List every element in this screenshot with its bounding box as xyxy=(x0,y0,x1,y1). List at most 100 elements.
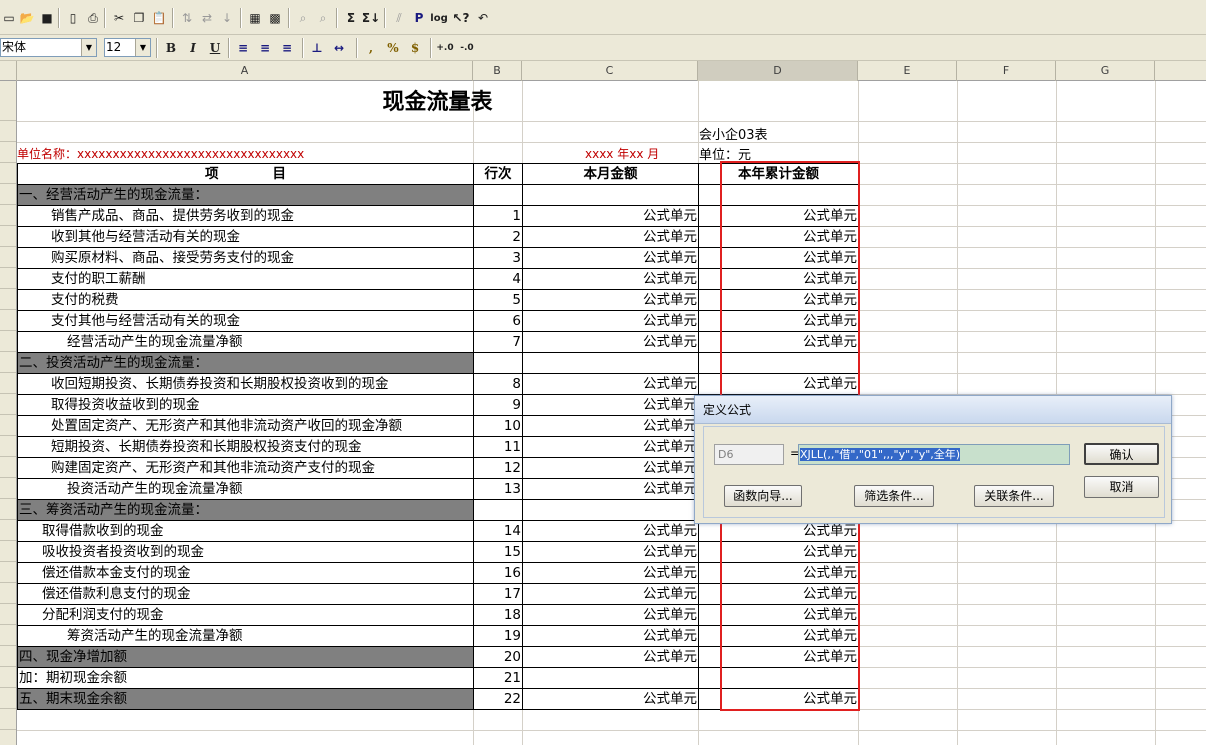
decrease-decimal-icon[interactable]: -.0 xyxy=(458,39,476,57)
year-amount-cell[interactable] xyxy=(698,667,859,689)
item-cell[interactable]: 一、经营活动产生的现金流量： xyxy=(17,184,474,206)
sort-desc-icon[interactable]: ↓ xyxy=(218,9,236,27)
cancel-button[interactable]: 取消 xyxy=(1084,476,1159,498)
line-no-cell[interactable]: 19 xyxy=(473,625,523,647)
line-no-cell[interactable]: 11 xyxy=(473,436,523,458)
month-amount-cell[interactable]: 公式单元 xyxy=(522,562,699,584)
line-no-cell[interactable]: 17 xyxy=(473,583,523,605)
help-pointer-icon[interactable]: ↖? xyxy=(452,9,470,27)
item-cell[interactable]: 三、筹资活动产生的现金流量： xyxy=(17,499,474,521)
link-conditions-button[interactable]: 关联条件... xyxy=(974,485,1054,507)
item-cell[interactable]: 收到其他与经营活动有关的现金 xyxy=(17,226,474,248)
item-cell[interactable]: 支付的职工薪酬 xyxy=(17,268,474,290)
year-amount-cell[interactable] xyxy=(698,352,859,374)
find-icon[interactable]: ⌕ xyxy=(294,9,312,27)
item-cell[interactable]: 购建固定资产、无形资产和其他非流动资产支付的现金 xyxy=(17,457,474,479)
column-header-g[interactable]: G xyxy=(1056,61,1155,81)
align-right-icon[interactable]: ≡ xyxy=(278,39,296,57)
month-amount-cell[interactable]: 公式单元 xyxy=(522,541,699,563)
item-cell[interactable]: 偿还借款本金支付的现金 xyxy=(17,562,474,584)
item-cell[interactable]: 四、现金净增加额 xyxy=(17,646,474,668)
year-amount-cell[interactable]: 公式单元 xyxy=(698,646,859,668)
item-cell[interactable]: 五、期末现金余额 xyxy=(17,688,474,710)
printer-icon[interactable]: ⎙ xyxy=(84,9,102,27)
undo-icon[interactable]: ↶ xyxy=(474,9,492,27)
line-no-cell[interactable]: 15 xyxy=(473,541,523,563)
month-amount-cell[interactable]: 公式单元 xyxy=(522,415,699,437)
year-amount-cell[interactable]: 公式单元 xyxy=(698,247,859,269)
month-amount-cell[interactable]: 公式单元 xyxy=(522,268,699,290)
year-amount-cell[interactable]: 公式单元 xyxy=(698,562,859,584)
item-cell[interactable]: 收回短期投资、长期债券投资和长期股权投资收到的现金 xyxy=(17,373,474,395)
item-cell[interactable]: 处置固定资产、无形资产和其他非流动资产收回的现金净额 xyxy=(17,415,474,437)
formula-input[interactable]: XJLL(,,"借","01",,,"y","y",全年) xyxy=(798,444,1070,465)
column-header-a[interactable]: A xyxy=(17,61,473,81)
year-amount-cell[interactable]: 公式单元 xyxy=(698,268,859,290)
year-amount-cell[interactable]: 公式单元 xyxy=(698,541,859,563)
column-header-f[interactable]: F xyxy=(957,61,1056,81)
year-amount-cell[interactable]: 公式单元 xyxy=(698,688,859,710)
header-year-amount[interactable]: 本年累计金额 xyxy=(698,163,859,185)
line-no-cell[interactable]: 1 xyxy=(473,205,523,227)
line-no-cell[interactable]: 16 xyxy=(473,562,523,584)
item-cell[interactable]: 购买原材料、商品、接受劳务支付的现金 xyxy=(17,247,474,269)
month-amount-cell[interactable] xyxy=(522,667,699,689)
month-amount-cell[interactable]: 公式单元 xyxy=(522,520,699,542)
italic-button[interactable]: I xyxy=(184,39,202,57)
grid-icon[interactable]: ▩ xyxy=(266,9,284,27)
underline-button[interactable]: U xyxy=(206,39,224,57)
month-amount-cell[interactable] xyxy=(522,184,699,206)
percent-style-button[interactable]: % xyxy=(384,39,402,57)
sum-formula-icon[interactable]: Σ↓ xyxy=(362,9,380,27)
line-no-cell[interactable]: 22 xyxy=(473,688,523,710)
year-amount-cell[interactable]: 公式单元 xyxy=(698,331,859,353)
line-no-cell[interactable]: 18 xyxy=(473,604,523,626)
line-no-cell[interactable]: 7 xyxy=(473,331,523,353)
year-amount-cell[interactable]: 公式单元 xyxy=(698,583,859,605)
line-no-cell[interactable]: 5 xyxy=(473,289,523,311)
item-cell[interactable]: 取得借款收到的现金 xyxy=(17,520,474,542)
item-cell[interactable]: 二、投资活动产生的现金流量： xyxy=(17,352,474,374)
confirm-button[interactable]: 确认 xyxy=(1084,443,1159,465)
column-header-c[interactable]: C xyxy=(522,61,698,81)
column-header-b[interactable]: B xyxy=(473,61,522,81)
year-amount-cell[interactable]: 公式单元 xyxy=(698,373,859,395)
item-cell[interactable]: 短期投资、长期债券投资和长期股权投资支付的现金 xyxy=(17,436,474,458)
header-item[interactable]: 项 目 xyxy=(17,163,474,185)
chevron-down-icon[interactable]: ▼ xyxy=(135,39,150,56)
item-cell[interactable]: 经营活动产生的现金流量净额 xyxy=(17,331,474,353)
month-amount-cell[interactable]: 公式单元 xyxy=(522,394,699,416)
font-size-select[interactable]: 12 ▼ xyxy=(104,38,151,57)
item-cell[interactable]: 分配利润支付的现金 xyxy=(17,604,474,626)
line-no-cell[interactable]: 10 xyxy=(473,415,523,437)
line-no-cell[interactable]: 20 xyxy=(473,646,523,668)
month-amount-cell[interactable]: 公式单元 xyxy=(522,247,699,269)
print-setting-icon[interactable]: P xyxy=(410,9,428,27)
item-cell[interactable]: 支付的税费 xyxy=(17,289,474,311)
chevron-down-icon[interactable]: ▼ xyxy=(81,39,96,56)
year-amount-cell[interactable]: 公式单元 xyxy=(698,289,859,311)
month-amount-cell[interactable]: 公式单元 xyxy=(522,331,699,353)
filter-conditions-button[interactable]: 筛选条件... xyxy=(854,485,934,507)
item-cell[interactable]: 加：期初现金余额 xyxy=(17,667,474,689)
month-amount-cell[interactable]: 公式单元 xyxy=(522,310,699,332)
line-no-cell[interactable] xyxy=(473,184,523,206)
line-no-cell[interactable]: 9 xyxy=(473,394,523,416)
function-wizard-button[interactable]: 函数向导... xyxy=(724,485,802,507)
year-amount-cell[interactable]: 公式单元 xyxy=(698,205,859,227)
line-no-cell[interactable]: 13 xyxy=(473,478,523,500)
align-left-icon[interactable]: ≡ xyxy=(234,39,252,57)
item-cell[interactable]: 偿还借款利息支付的现金 xyxy=(17,583,474,605)
item-cell[interactable]: 取得投资收益收到的现金 xyxy=(17,394,474,416)
year-amount-cell[interactable]: 公式单元 xyxy=(698,310,859,332)
month-amount-cell[interactable]: 公式单元 xyxy=(522,583,699,605)
item-cell[interactable]: 筹资活动产生的现金流量净额 xyxy=(17,625,474,647)
month-amount-cell[interactable]: 公式单元 xyxy=(522,226,699,248)
month-amount-cell[interactable]: 公式单元 xyxy=(522,373,699,395)
item-cell[interactable]: 吸收投资者投资收到的现金 xyxy=(17,541,474,563)
month-amount-cell[interactable]: 公式单元 xyxy=(522,625,699,647)
merge-cells-icon[interactable]: ▦ xyxy=(246,9,264,27)
cut-icon[interactable]: ✂ xyxy=(110,9,128,27)
bold-button[interactable]: B xyxy=(162,39,180,57)
dialog-title[interactable]: 定义公式 xyxy=(695,396,1171,424)
